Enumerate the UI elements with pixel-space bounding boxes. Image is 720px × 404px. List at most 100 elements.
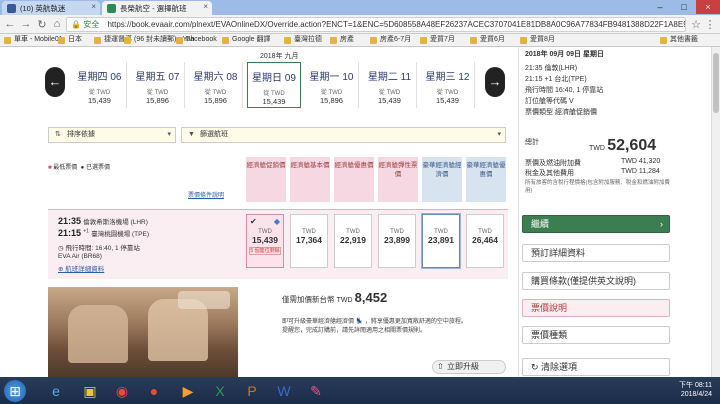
bookmark-item[interactable]: Google 翻譯 bbox=[222, 34, 271, 46]
start-button-icon[interactable]: ⊞ bbox=[4, 380, 26, 402]
minimize-icon[interactable]: – bbox=[648, 0, 672, 14]
close-tab-icon[interactable]: × bbox=[91, 2, 96, 11]
plus-icon: ⊕ bbox=[58, 266, 64, 273]
word-icon[interactable]: W bbox=[272, 380, 296, 402]
calendar-day[interactable]: 星期四 06 從 TWD 15,439 bbox=[73, 62, 127, 108]
fare-conditions-link[interactable]: 票價條件說明 bbox=[188, 190, 224, 199]
cheapest-marker-icon: ■ bbox=[48, 165, 52, 171]
facebook-icon bbox=[7, 4, 16, 13]
depart-time: 21:35 bbox=[58, 216, 82, 226]
summary-cabin: 訂位艙等代碼 V bbox=[525, 98, 574, 105]
app-icon[interactable]: ● bbox=[142, 380, 166, 402]
scrollbar-thumb[interactable] bbox=[713, 53, 719, 113]
paint-icon[interactable]: ✎ bbox=[304, 380, 328, 402]
address-bar[interactable]: 🔒 安全 https://book.evaair.com/plnext/EVAO… bbox=[66, 17, 686, 32]
fare-option[interactable]: TWD 17,364 bbox=[290, 214, 328, 268]
system-clock[interactable]: 下午 08:11 2018/4/24 bbox=[679, 381, 712, 399]
page-scrollbar[interactable] bbox=[711, 47, 720, 377]
fare-option[interactable]: TWD 23,891 bbox=[422, 214, 460, 268]
bookmark-label: 房產 bbox=[340, 36, 354, 43]
bookmark-item[interactable]: 臺灣拉德 bbox=[284, 34, 322, 46]
calendar-day[interactable]: 星期三 12 從 TWD 15,439 bbox=[421, 62, 475, 108]
flight-details-link[interactable]: ⊕ 航班詳細資料 bbox=[58, 263, 104, 273]
calendar-day[interactable]: 星期五 07 從 TWD 15,896 bbox=[131, 62, 185, 108]
folder-icon bbox=[284, 37, 291, 44]
star-icon[interactable]: ☆ bbox=[690, 18, 702, 31]
bookmark-label: 愛買7月 bbox=[430, 36, 455, 43]
url-text: https://book.evaair.com/plnext/EVAOnline… bbox=[107, 20, 686, 29]
chrome-icon[interactable]: ◉ bbox=[110, 380, 134, 402]
day-currency: 從 TWD bbox=[378, 90, 401, 96]
day-label: 星期四 06 bbox=[77, 72, 122, 83]
bookmark-item[interactable]: 房產 bbox=[330, 34, 354, 46]
folder-icon bbox=[330, 37, 337, 44]
sort-dropdown[interactable]: ⇅ 排序依據 ▾ bbox=[48, 127, 176, 143]
day-currency: 從 TWD bbox=[146, 90, 169, 96]
next-dates-icon[interactable]: → bbox=[485, 67, 505, 97]
eva-air-icon bbox=[107, 4, 116, 13]
excel-icon[interactable]: X bbox=[208, 380, 232, 402]
fare-option[interactable]: TWD 23,899 bbox=[378, 214, 416, 268]
upgrade-now-button[interactable]: ⇧ 立即升級 bbox=[432, 360, 506, 374]
bookmark-item[interactable]: 愛買6月 bbox=[470, 34, 505, 46]
summary-arrive: 21:15 +1 台北(TPE) bbox=[525, 76, 587, 83]
chevron-right-icon: › bbox=[660, 219, 663, 229]
forward-icon[interactable]: → bbox=[20, 18, 32, 30]
fare-option[interactable]: TWD 22,919 bbox=[334, 214, 372, 268]
fare-option[interactable]: ✔ ◆ TWD 15,439 5 個座位剩餘 bbox=[246, 214, 284, 268]
menu-icon[interactable]: ⋮ bbox=[704, 18, 716, 31]
summary-button-label: 票價說明 bbox=[531, 303, 568, 313]
summary-button[interactable]: 預訂詳細資料 bbox=[522, 244, 670, 262]
fare-class-header: 經濟艙優惠價 bbox=[334, 157, 374, 202]
browser-tab-1[interactable]: (10) 英航執迷 × bbox=[2, 1, 100, 15]
day-price: 15,896 bbox=[146, 96, 169, 105]
bookmarks-bar: 單車 - Mobile01 日本 捷運督導 (96 封未讀郵) - Yah Facebo… bbox=[0, 34, 720, 47]
filter-dropdown[interactable]: ▼ 篩選航班 ▾ bbox=[181, 127, 506, 143]
folder-icon[interactable]: ▣ bbox=[78, 380, 102, 402]
calendar-day[interactable]: 星期日 09 從 TWD 15,439 bbox=[247, 62, 301, 108]
summary-date: 2018年 09月 09日 星期日 bbox=[525, 51, 604, 58]
summary-button[interactable]: 票價說明 bbox=[522, 299, 670, 317]
bookmark-item[interactable]: 日本 bbox=[58, 34, 82, 46]
summary-button[interactable]: 繼續 › bbox=[522, 215, 670, 233]
reload-icon[interactable]: ↻ bbox=[36, 18, 48, 31]
bookmark-item[interactable]: 單車 - Mobile01 bbox=[4, 34, 63, 46]
bookmark-label: 房產6-7月 bbox=[380, 36, 412, 43]
fare-class-header: 經濟艙彈性票價 bbox=[378, 157, 418, 202]
flight-row[interactable]: 21:35 倫敦希斯洛機場 (LHR) 21:15 +1 臺灣桃園機場 (TPE… bbox=[48, 209, 508, 279]
powerpoint-icon[interactable]: P bbox=[240, 380, 264, 402]
bookmark-item[interactable]: Facebook bbox=[176, 34, 217, 46]
day-currency: 從 TWD bbox=[320, 90, 343, 96]
premium-seat-image bbox=[48, 287, 238, 377]
seats-left-badge: 5 個座位剩餘 bbox=[249, 247, 281, 255]
media-icon[interactable]: ▶ bbox=[176, 380, 200, 402]
summary-button[interactable]: ↻ 清除選項 bbox=[522, 358, 670, 376]
fare-option[interactable]: TWD 26,464 bbox=[466, 214, 504, 268]
clock-date: 2018/4/24 bbox=[680, 391, 712, 398]
folder-icon bbox=[124, 37, 131, 44]
browser-tab-2[interactable]: 長榮航空 - 選擇航班 × bbox=[102, 1, 212, 15]
back-icon[interactable]: ← bbox=[4, 18, 16, 30]
bookmark-item[interactable]: 愛買8月 bbox=[520, 34, 555, 46]
calendar-day[interactable]: 星期六 08 從 TWD 15,896 bbox=[189, 62, 243, 108]
close-window-icon[interactable]: × bbox=[696, 0, 720, 14]
arrive-day-offset: +1 bbox=[83, 228, 89, 235]
summary-duration: 飛行時間 16:40, 1 停靠站 bbox=[525, 87, 604, 94]
bookmark-item[interactable]: 房產6-7月 bbox=[370, 34, 411, 46]
close-tab-icon[interactable]: × bbox=[203, 2, 208, 11]
summary-button[interactable]: 購買條款(僅提供英文說明) bbox=[522, 272, 670, 290]
upgrade-button-label: 立即升級 bbox=[447, 362, 479, 371]
fare-price: 17,364 bbox=[296, 235, 322, 245]
day-currency: 從 TWD bbox=[88, 90, 111, 96]
tab-label: (10) 英航執迷 bbox=[20, 4, 66, 13]
summary-button[interactable]: 票價種類 bbox=[522, 326, 670, 344]
calendar-day[interactable]: 星期一 10 從 TWD 15,896 bbox=[305, 62, 359, 108]
calendar-day[interactable]: 星期二 11 從 TWD 15,439 bbox=[363, 62, 417, 108]
ie-icon[interactable]: e bbox=[44, 380, 68, 402]
bookmark-item[interactable]: 其他書籤 bbox=[660, 34, 698, 46]
home-icon[interactable]: ⌂ bbox=[51, 18, 63, 30]
maximize-icon[interactable]: □ bbox=[672, 0, 696, 14]
bookmark-item[interactable]: 愛買7月 bbox=[420, 34, 455, 46]
prev-dates-icon[interactable]: ← bbox=[45, 67, 65, 97]
windows-taskbar: ⊞ e ▣ ◉ ● ▶ X P W ✎ 下午 08:11 2018/4/24 bbox=[0, 377, 720, 404]
